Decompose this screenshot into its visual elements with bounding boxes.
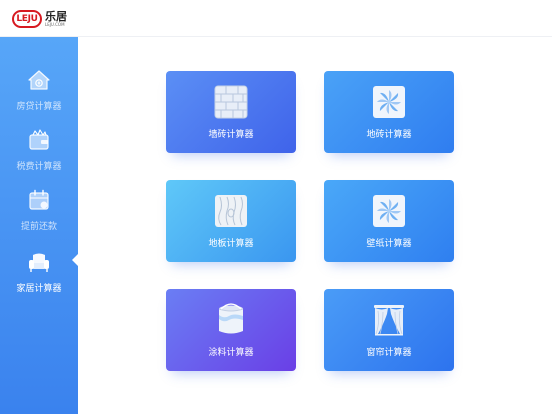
sidebar-item-tax-calculator[interactable]: 税费计算器	[0, 125, 78, 183]
curtain-icon	[374, 305, 404, 336]
card-floor-tile-calculator[interactable]: 地砖计算器	[324, 71, 454, 153]
card-wood-floor-calculator[interactable]: 地板计算器	[166, 180, 296, 262]
sidebar-item-home-calculator[interactable]: 家居计算器	[0, 247, 78, 305]
card-wallpaper-calculator[interactable]: 壁纸计算器	[324, 180, 454, 262]
card-label: 涂料计算器	[208, 348, 254, 358]
sidebar-item-label: 提前还款	[20, 222, 57, 232]
sidebar-item-prepayment[interactable]: 提前还款	[0, 185, 78, 243]
sidebar-item-label: 家居计算器	[16, 284, 62, 294]
logo-domain: LEJU.COM	[45, 22, 65, 27]
logo-badge: LEJU	[12, 10, 42, 28]
wood-floor-icon	[215, 195, 247, 227]
logo-name: 乐居	[45, 10, 67, 23]
house-icon	[28, 70, 50, 90]
sidebar-item-mortgage-calculator[interactable]: 房贷计算器	[0, 65, 78, 123]
card-label: 墙砖计算器	[208, 130, 254, 140]
card-label: 地砖计算器	[366, 130, 412, 140]
sofa-icon	[29, 253, 49, 272]
sidebar: 房贷计算器 税费计算器 提前还款 家居计算器	[0, 37, 79, 414]
leju-logo[interactable]: LEJU 乐居 LEJU.COM	[12, 10, 67, 28]
paint-bucket-icon	[218, 303, 244, 334]
active-indicator	[72, 253, 79, 267]
app-header: LEJU 乐居 LEJU.COM	[0, 0, 552, 37]
wallpaper-icon	[373, 195, 405, 227]
wallet-icon	[29, 129, 49, 150]
card-label: 窗帘计算器	[366, 348, 412, 358]
card-wall-tile-calculator[interactable]: 墙砖计算器	[166, 71, 296, 153]
sidebar-item-label: 房贷计算器	[16, 102, 62, 112]
card-label: 地板计算器	[208, 239, 254, 249]
calendar-icon	[29, 189, 49, 210]
card-label: 壁纸计算器	[366, 239, 412, 249]
brick-wall-icon	[214, 85, 248, 119]
floor-tile-icon	[373, 86, 405, 118]
card-curtain-calculator[interactable]: 窗帘计算器	[324, 289, 454, 371]
card-paint-calculator[interactable]: 涂料计算器	[166, 289, 296, 371]
sidebar-item-label: 税费计算器	[16, 162, 62, 172]
